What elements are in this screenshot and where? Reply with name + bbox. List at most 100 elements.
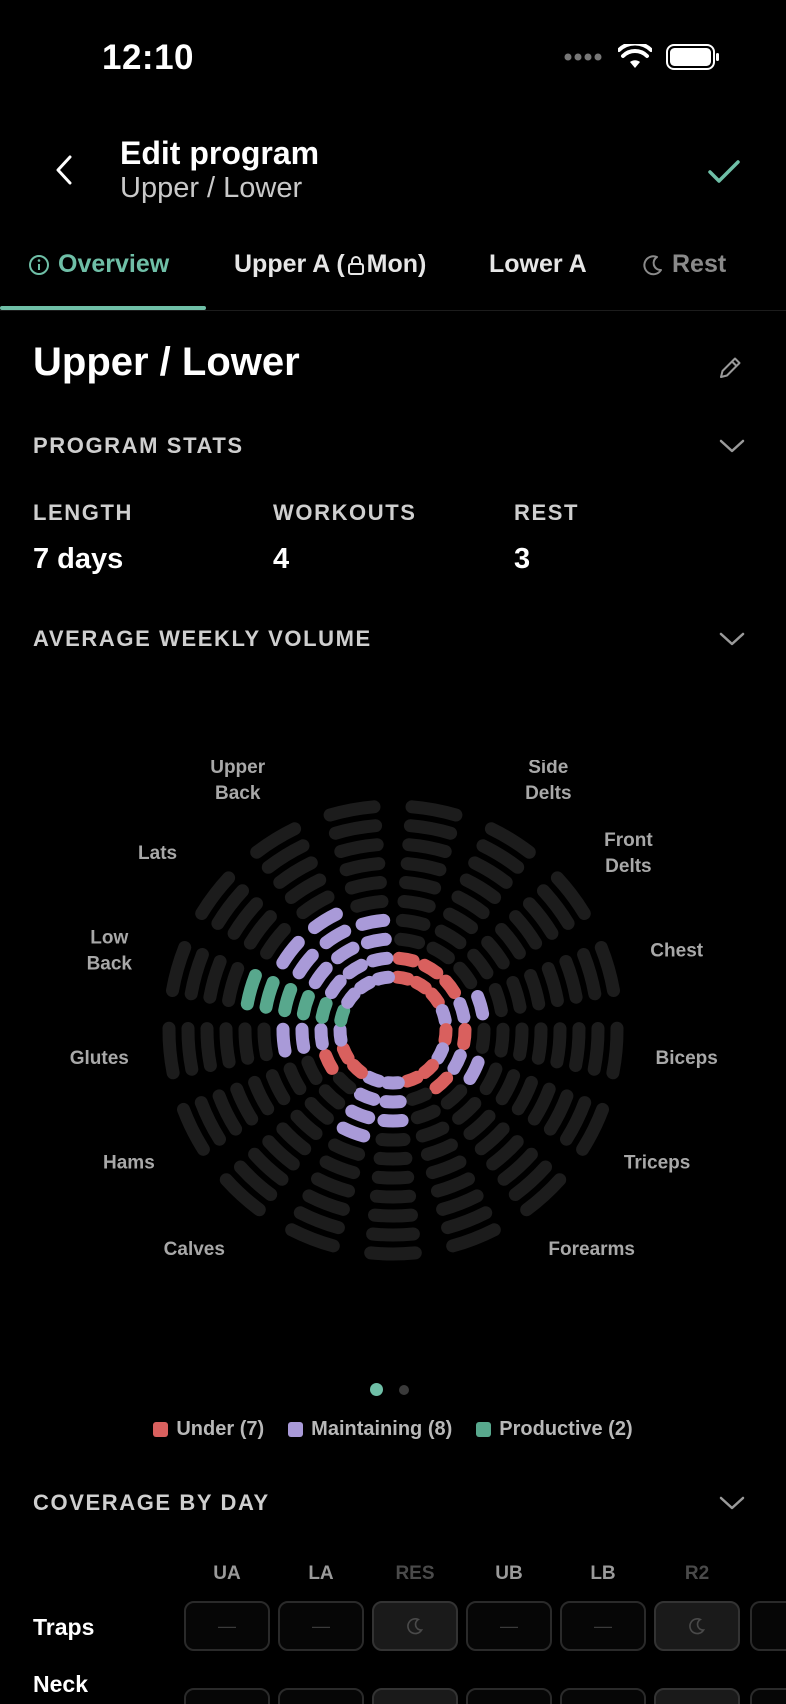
volume-track [441, 1206, 493, 1235]
volume-track [405, 800, 463, 822]
volume-track [319, 1155, 361, 1180]
wifi-icon [618, 44, 652, 68]
volume-bar-low-back [296, 990, 315, 1021]
tab-lower-a-label: Lower A [489, 250, 587, 278]
volume-track [304, 1097, 334, 1125]
volume-track [257, 1022, 273, 1062]
volume-bar-low-back [259, 976, 280, 1014]
volume-track [443, 907, 478, 935]
coverage-cell[interactable] [654, 1601, 740, 1651]
volume-track [524, 969, 546, 1011]
volume-track [405, 1087, 433, 1106]
legend-label: Maintaining (8) [311, 1418, 453, 1440]
volume-track [511, 1075, 538, 1116]
volume-track [474, 1122, 510, 1156]
confirm-button[interactable] [702, 152, 746, 192]
tab-overview[interactable]: Overview [28, 250, 169, 279]
volume-track [594, 941, 620, 997]
volume-track [301, 1055, 323, 1085]
coverage-cell[interactable] [654, 1688, 740, 1704]
chevron-down-icon [719, 632, 745, 646]
coverage-cell-partial[interactable] [750, 1688, 786, 1704]
volume-track [426, 941, 455, 965]
volume-bar-upper-back [342, 958, 368, 980]
coverage-cell[interactable]: — [278, 1601, 364, 1651]
pager-dot-active[interactable] [370, 1383, 383, 1396]
volume-track [296, 890, 335, 920]
empty-dash: — [218, 1615, 236, 1636]
pencil-icon [720, 357, 741, 378]
volume-bar-chest [453, 997, 471, 1024]
volume-bar-glutes [333, 1023, 348, 1047]
back-button[interactable] [44, 150, 84, 190]
coverage-header[interactable]: COVERAGE BY DAY [33, 1490, 270, 1516]
muscle-label-calves: Calves [164, 1239, 225, 1260]
cellular-signal-icon [564, 53, 602, 61]
volume-track [219, 1022, 236, 1069]
volume-track [400, 857, 447, 877]
weekly-volume-toggle[interactable] [714, 624, 750, 654]
volume-track [184, 948, 209, 1001]
coverage-cell[interactable]: — [466, 1601, 552, 1651]
coverage-cell[interactable]: — [560, 1688, 646, 1704]
coverage-cell-partial[interactable] [750, 1601, 786, 1651]
lock-icon [347, 255, 364, 275]
muscle-label-side-delts: Side Delts [525, 760, 571, 804]
volume-track [560, 1096, 592, 1146]
edit-name-button[interactable] [710, 348, 750, 388]
empty-dash: — [312, 1615, 330, 1636]
program-name: Upper / Lower [33, 340, 300, 384]
volume-bar-chest [435, 1004, 452, 1028]
coverage-cell[interactable] [372, 1688, 458, 1704]
muscle-label-rear-delts: RearDelts [424, 760, 470, 765]
volume-track [394, 932, 426, 950]
coverage-toggle[interactable] [714, 1488, 750, 1518]
volume-track [284, 873, 327, 904]
coverage-cell[interactable]: — [560, 1601, 646, 1651]
tab-upper-a[interactable]: Upper A ( Mon) [234, 250, 426, 279]
day-header-rest: RES [395, 1563, 435, 1584]
volume-track [569, 1022, 586, 1072]
coverage-cell[interactable]: — [184, 1601, 270, 1651]
volume-track [509, 910, 543, 950]
muscle-label-biceps: Biceps [656, 1048, 718, 1069]
volume-track [212, 1089, 243, 1136]
tab-lower-a[interactable]: Lower A [489, 250, 587, 279]
volume-bar-side-delts [418, 958, 444, 980]
program-stats-header[interactable]: PROGRAM STATS [33, 433, 244, 459]
coverage-cell[interactable]: — [466, 1688, 552, 1704]
tab-rest[interactable]: Rest [642, 250, 726, 279]
legend-label: Productive (2) [499, 1418, 633, 1440]
pager-dot[interactable] [399, 1384, 409, 1395]
volume-bar-hams [319, 1049, 339, 1075]
volume-track [463, 1109, 496, 1140]
coverage-cell[interactable]: — [278, 1688, 364, 1704]
volume-track [486, 1135, 524, 1171]
coverage-cell[interactable] [372, 1601, 458, 1651]
empty-dash: — [500, 1615, 518, 1636]
pager-dots[interactable] [370, 1383, 409, 1396]
moon-icon [689, 1618, 706, 1635]
volume-bar-glutes [314, 1023, 329, 1051]
coverage-cell[interactable]: — [184, 1688, 270, 1704]
volume-track [262, 1135, 300, 1171]
tab-overview-label: Overview [58, 250, 170, 278]
volume-bar-lats [276, 935, 305, 970]
volume-track [436, 1189, 484, 1216]
volume-radial-chart: RearDelts SideDelts FrontDelts Chest Biceps T… [70, 760, 718, 1261]
tab-bar: Overview Upper A ( Mon) Lower A Rest [0, 240, 786, 312]
status-icons [564, 44, 720, 70]
empty-dash: — [594, 1615, 612, 1636]
weekly-volume-header[interactable]: AVERAGE WEEKLY VOLUME [33, 626, 372, 652]
program-stats-toggle[interactable] [714, 431, 750, 461]
coverage-row-label-neck: Neck [33, 1671, 88, 1697]
volume-track [431, 1172, 475, 1198]
stat-workouts-value: 4 [273, 543, 290, 575]
volume-track [230, 1082, 259, 1126]
volume-track [475, 1022, 491, 1054]
tab-upper-a-label: Upper A ( [234, 250, 345, 278]
volume-track [283, 1062, 307, 1096]
volume-track [373, 1151, 413, 1166]
volume-track [513, 1022, 529, 1062]
volume-track [368, 1208, 418, 1223]
